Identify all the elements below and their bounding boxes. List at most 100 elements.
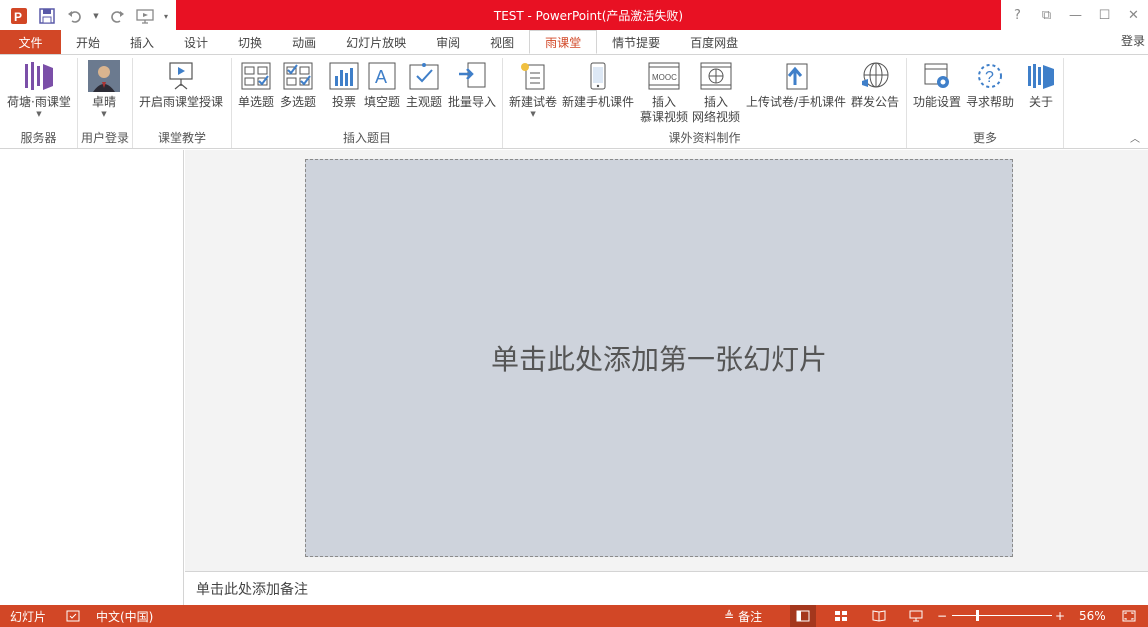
broadcast-announcement-label: 群发公告 [851, 95, 900, 109]
bar-chart-icon [328, 60, 360, 92]
powerpoint-logo-icon[interactable]: P [8, 6, 30, 26]
help-seek-button[interactable]: ? 寻求帮助 [966, 60, 1014, 110]
settings-button[interactable]: 功能设置 [913, 60, 961, 110]
tab-baidu-netdisk[interactable]: 百度网盘 [675, 30, 753, 54]
batch-import-button[interactable]: 批量导入 [448, 60, 496, 110]
group-extracurricular: 新建试卷 ▼ 新建手机课件 MOOC 插入 慕课视频 插入 网络视频 上传试卷/… [503, 58, 907, 148]
notes-toggle[interactable]: ≜ 备注 [724, 605, 762, 627]
new-mobile-courseware-label: 新建手机课件 [562, 95, 635, 109]
chevron-down-icon: ▼ [530, 110, 536, 118]
group-label-server: 服务器 [20, 131, 57, 145]
about-logo-icon [1025, 60, 1057, 92]
customize-qat-icon[interactable]: ▾ [162, 6, 170, 26]
vote-button[interactable]: 投票 [328, 60, 360, 110]
svg-text:A: A [375, 67, 387, 87]
tab-animations[interactable]: 动画 [277, 30, 331, 54]
reading-view-icon[interactable] [866, 605, 892, 627]
title-bar: P ▼ ▾ TEST - PowerPoint(产品激活失败) ? ⧉ — ☐ … [0, 0, 1148, 30]
single-choice-label: 单选题 [238, 95, 275, 109]
zoom-out-button[interactable]: − [937, 605, 947, 627]
group-label-extracurricular: 课外资料制作 [668, 131, 741, 145]
upload-exam-courseware-button[interactable]: 上传试卷/手机课件 [746, 60, 846, 110]
svg-text:?: ? [985, 69, 994, 86]
start-class-button[interactable]: 开启雨课堂授课 [139, 60, 223, 110]
language[interactable]: 中文(中国) [96, 605, 153, 627]
fill-blank-label: 填空题 [364, 95, 401, 109]
tab-insert[interactable]: 插入 [115, 30, 169, 54]
tab-home[interactable]: 开始 [61, 30, 115, 54]
tab-storyboarding[interactable]: 情节提要 [597, 30, 675, 54]
spellcheck-icon[interactable] [60, 605, 86, 627]
close-button[interactable]: ✕ [1119, 0, 1148, 30]
restore-button[interactable]: ☐ [1090, 0, 1119, 30]
slide-placeholder[interactable]: 单击此处添加第一张幻灯片 [491, 338, 827, 378]
zoom-slider[interactable] [952, 615, 1052, 616]
status-bar: 幻灯片 中文(中国) ≜ 备注 − + 56% [0, 605, 1148, 627]
redo-icon[interactable] [106, 6, 128, 26]
zoom-in-button[interactable]: + [1055, 605, 1065, 627]
group-more: 功能设置 ? 寻求帮助 关于 更多 [907, 58, 1064, 148]
quick-access-toolbar: P ▼ ▾ [8, 5, 170, 27]
collapse-ribbon-icon[interactable]: ︿ [1130, 130, 1140, 145]
save-icon[interactable] [36, 6, 58, 26]
window-title: TEST - PowerPoint(产品激活失败) [176, 0, 1001, 30]
gear-icon [921, 60, 953, 92]
minimize-button[interactable]: — [1061, 0, 1090, 30]
tab-slideshow[interactable]: 幻灯片放映 [331, 30, 421, 54]
web-video-icon [700, 60, 732, 92]
zoom-level[interactable]: 56% [1079, 605, 1106, 627]
start-class-icon [165, 60, 197, 92]
notes-placeholder: 单击此处添加备注 [196, 581, 308, 598]
upload-exam-courseware-label: 上传试卷/手机课件 [746, 95, 847, 109]
globe-megaphone-icon [859, 60, 891, 92]
subjective-button[interactable]: 主观题 [406, 60, 442, 110]
notes-toggle-label: 备注 [738, 609, 763, 624]
mooc-icon-text: MOOC [652, 73, 677, 82]
presentation-from-start-icon[interactable] [134, 6, 156, 26]
tab-rain-classroom[interactable]: 雨课堂 [529, 30, 598, 54]
tab-transitions[interactable]: 切换 [223, 30, 277, 54]
slide-count[interactable]: 幻灯片 [10, 605, 46, 627]
user-button[interactable]: 卓晴 ▼ [88, 60, 120, 118]
group-user-login: 卓晴 ▼ 用户登录 [78, 58, 133, 148]
ribbon-tabs: 文件 开始 插入 设计 切换 动画 幻灯片放映 审阅 视图 雨课堂 情节提要 百… [0, 30, 1148, 54]
upload-icon [780, 60, 812, 92]
zoom-slider-thumb[interactable] [976, 610, 979, 621]
group-classroom-teaching: 开启雨课堂授课 课堂教学 [133, 58, 232, 148]
tab-view[interactable]: 视图 [475, 30, 529, 54]
server-button[interactable]: 荷塘·雨课堂 ▼ [7, 60, 71, 118]
batch-import-label: 批量导入 [448, 95, 497, 109]
new-exam-button[interactable]: 新建试卷 ▼ [509, 60, 557, 118]
chevron-down-icon: ▼ [36, 110, 42, 118]
ribbon-display-options-button[interactable]: ⧉ [1032, 0, 1061, 30]
slide-sorter-icon[interactable] [828, 605, 854, 627]
slide-editor: 单击此处添加第一张幻灯片 [185, 150, 1148, 571]
tab-design[interactable]: 设计 [169, 30, 223, 54]
single-choice-button[interactable]: 单选题 [238, 60, 274, 110]
group-label-more: 更多 [972, 131, 997, 145]
normal-view-icon[interactable] [790, 605, 816, 627]
new-mobile-courseware-button[interactable]: 新建手机课件 [562, 60, 634, 110]
new-exam-icon [517, 60, 549, 92]
fill-blank-button[interactable]: A 填空题 [364, 60, 400, 110]
insert-mooc-video-button[interactable]: MOOC 插入 慕课视频 [640, 60, 688, 125]
insert-web-video-sublabel: 网络视频 [692, 110, 741, 124]
subjective-icon [408, 60, 440, 92]
chevron-down-icon[interactable]: ▼ [92, 6, 100, 26]
about-button[interactable]: 关于 [1025, 60, 1057, 110]
slide-canvas[interactable]: 单击此处添加第一张幻灯片 [305, 159, 1013, 557]
broadcast-announcement-button[interactable]: 群发公告 [851, 60, 899, 110]
multiple-choice-button[interactable]: 多选题 [280, 60, 316, 110]
avatar [88, 60, 120, 92]
notes-pane[interactable]: 单击此处添加备注 [185, 571, 1148, 605]
slide-thumbnail-pane[interactable] [0, 150, 184, 605]
slideshow-icon[interactable] [903, 605, 929, 627]
tab-file[interactable]: 文件 [0, 30, 61, 54]
undo-icon[interactable] [64, 6, 86, 26]
insert-web-video-button[interactable]: 插入 网络视频 [692, 60, 740, 125]
fit-to-window-icon[interactable] [1116, 605, 1142, 627]
group-label-user-login: 用户登录 [80, 131, 129, 145]
tab-review[interactable]: 审阅 [421, 30, 475, 54]
help-button[interactable]: ? [1003, 0, 1032, 30]
sign-in-link[interactable]: 登录 [1121, 30, 1148, 50]
